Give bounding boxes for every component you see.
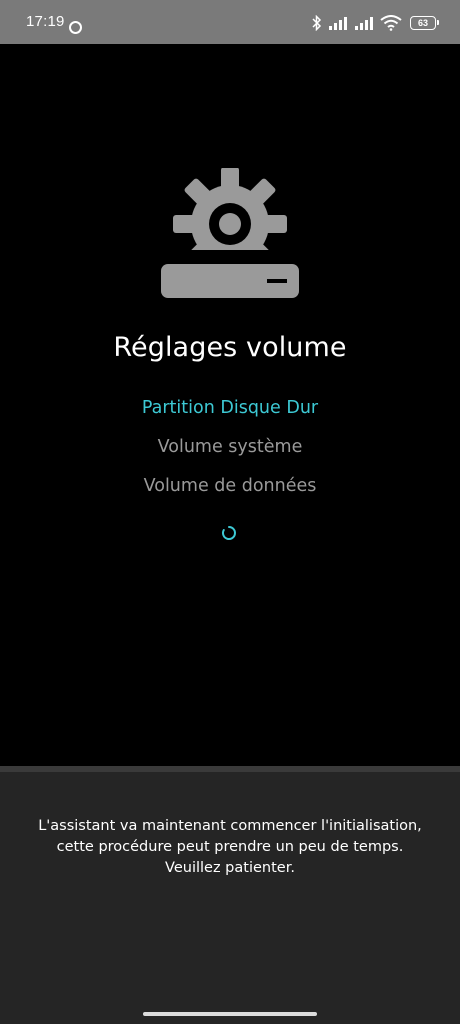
info-message: L'assistant va maintenant commencer l'in… [20,816,440,879]
info-panel: L'assistant va maintenant commencer l'in… [0,766,460,1024]
battery-icon: 63 [410,16,439,30]
wifi-icon [380,15,402,31]
page-title: Réglages volume [113,332,347,363]
app-screen: 17:19 63 Réglages volume Partition Disqu… [0,0,460,1024]
info-message-line: Veuillez patienter. [165,860,295,876]
step-volume-systeme: Volume système [157,437,303,457]
battery-level: 63 [417,18,428,28]
home-indicator[interactable] [143,1012,317,1016]
status-bar: 17:19 63 [0,0,460,44]
step-list: Partition Disque Dur Volume système Volu… [0,395,460,512]
info-message-line: cette procédure peut prendre un peu de t… [56,839,404,855]
signal-icon [329,17,347,30]
loading-spinner-icon [222,526,236,540]
status-icons: 63 [312,14,439,32]
bluetooth-icon [312,15,322,31]
step-partition-disque-dur: Partition Disque Dur [141,398,319,418]
gear-drive-icon [161,168,299,298]
status-time: 17:19 [26,13,65,30]
step-volume-donnees: Volume de données [143,476,317,496]
signal-icon [355,17,373,30]
notification-ring-icon [69,21,82,34]
info-message-line: L'assistant va maintenant commencer l'in… [38,818,422,834]
